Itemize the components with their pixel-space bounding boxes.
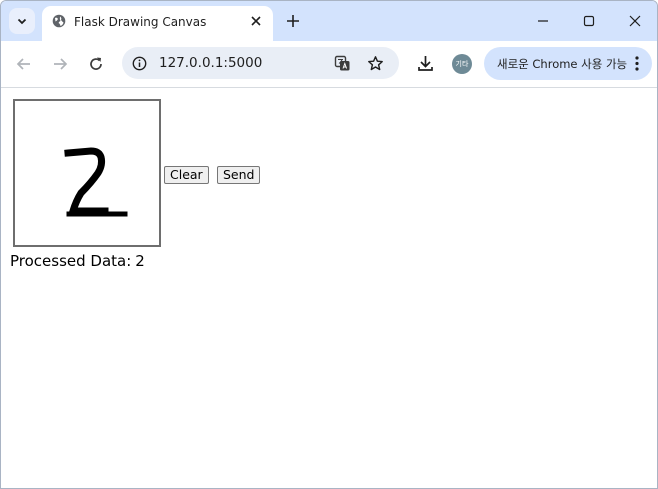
tab-strip: Flask Drawing Canvas [1, 1, 657, 41]
tab-active[interactable]: Flask Drawing Canvas [42, 6, 273, 41]
new-chrome-available-label: 새로운 Chrome 사용 가능 [497, 57, 628, 71]
chevron-down-icon [17, 18, 27, 25]
info-icon[interactable] [132, 56, 147, 71]
globe-icon [52, 14, 66, 28]
arrow-left-icon[interactable] [15, 55, 33, 73]
page-content: Clear Send Processed Data: 2 [1, 88, 657, 488]
close-icon[interactable] [249, 14, 263, 28]
maximize-icon[interactable] [581, 13, 597, 29]
avatar[interactable]: 기타 [452, 54, 472, 74]
minimize-icon[interactable] [535, 13, 551, 29]
processed-data-value: 2 [135, 252, 145, 270]
drawn-digit-stroke [64, 147, 128, 217]
close-window-icon[interactable] [627, 13, 643, 29]
clear-button[interactable]: Clear [164, 166, 209, 184]
tab-title: Flask Drawing Canvas [74, 15, 207, 29]
drawing-canvas[interactable] [13, 99, 161, 247]
arrow-right-icon[interactable] [51, 55, 69, 73]
browser-window: Flask Drawing Canvas 127.0.0.1:5000 기타 새… [0, 0, 658, 489]
processed-data: Processed Data: 2 [10, 252, 145, 271]
url-text[interactable]: 127.0.0.1:5000 [159, 55, 262, 71]
star-icon[interactable] [367, 55, 384, 72]
kebab-icon[interactable] [629, 55, 645, 72]
reload-icon[interactable] [87, 55, 105, 73]
plus-icon[interactable] [285, 13, 301, 29]
send-button[interactable]: Send [217, 166, 261, 184]
toolbar: 127.0.0.1:5000 기타 새로운 Chrome 사용 가능 [1, 41, 657, 88]
processed-data-label: Processed Data: [10, 252, 132, 270]
translate-icon[interactable] [334, 55, 351, 72]
new-chrome-available-button[interactable]: 새로운 Chrome 사용 가능 [484, 47, 652, 80]
omnibox[interactable]: 127.0.0.1:5000 [122, 47, 399, 79]
tab-search-button[interactable] [9, 8, 35, 34]
download-icon[interactable] [416, 54, 435, 73]
